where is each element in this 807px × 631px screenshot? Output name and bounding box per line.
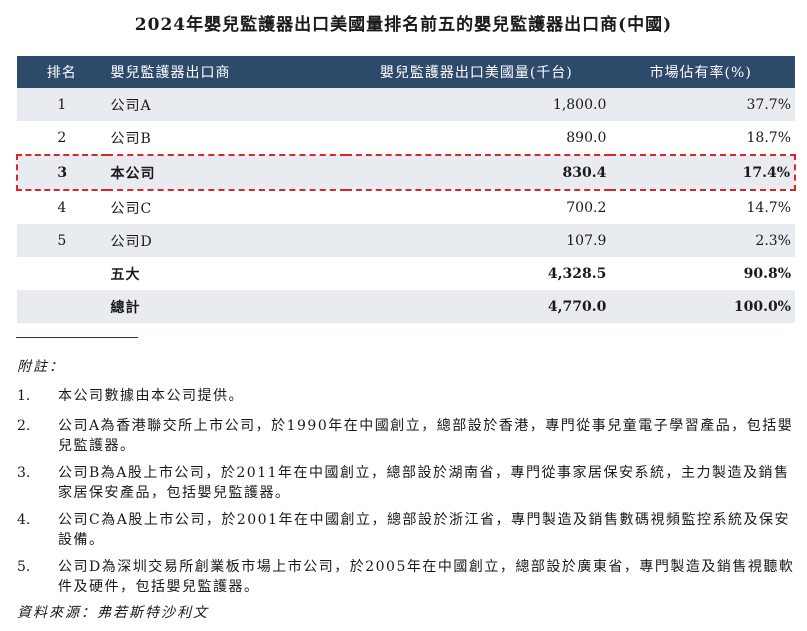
note-item: 5. 公司D為深圳交易所創業板市場上市公司，於2005年在中國創立，總部設於廣東… <box>17 557 797 597</box>
volume-cell: 830.4 <box>346 154 611 191</box>
note-number: 2. <box>17 418 31 434</box>
share-cell: 37.7% <box>610 88 795 121</box>
note-text: 公司D為深圳交易所創業板市場上市公司，於2005年在中國創立，總部設於廣東省，專… <box>58 559 795 595</box>
share-cell: 14.7% <box>746 199 791 216</box>
name-cell: 公司C <box>110 200 153 217</box>
table-row-highlighted: 3 本公司 830.4 17.4% <box>16 154 796 191</box>
rank-cell: 1 <box>17 88 107 121</box>
note-item: 3. 公司B為A股上市公司，於2011年在中國創立，總部設於湖南省，專門從事家居… <box>17 463 797 503</box>
table-row: 2 公司B 890.0 18.7% <box>17 121 795 155</box>
note-text: 本公司數據由本公司提供。 <box>58 388 244 404</box>
share-cell: 100.0% <box>610 290 795 323</box>
name-cell: 公司D <box>106 224 347 257</box>
note-text: 公司A為香港聯交所上市公司，於1990年在中國創立，總部設於香港，專門從事兒童電… <box>58 418 794 454</box>
table-header-row: 排名 嬰兒監護器出口商 嬰兒監護器出口美國量(千台) 市場佔有率(%) <box>17 56 795 88</box>
header-volume: 嬰兒監護器出口美國量(千台) <box>346 56 611 88</box>
table-row: 1 公司A 1,800.0 37.7% <box>17 88 795 121</box>
header-name: 嬰兒監護器出口商 <box>106 56 347 88</box>
note-number: 4. <box>17 512 31 528</box>
rank-cell: 2 <box>57 129 67 146</box>
name-cell: 本公司 <box>106 154 347 191</box>
share-cell: 18.7% <box>746 129 791 146</box>
volume-cell: 1,800.0 <box>346 88 611 121</box>
rank-cell: 4 <box>57 199 67 216</box>
header-share: 市場佔有率(%) <box>610 56 795 88</box>
notes-divider <box>16 337 138 338</box>
header-rank: 排名 <box>17 56 107 88</box>
rank-cell-empty <box>17 257 107 290</box>
table-row: 4 公司C 700.2 14.7% <box>17 190 795 224</box>
share-cell: 90.8% <box>743 265 791 282</box>
rank-cell-empty <box>17 290 107 323</box>
volume-cell: 4,328.5 <box>547 265 607 282</box>
note-text: 公司B為A股上市公司，於2011年在中國創立，總部設於湖南省，專門從事家居保安系… <box>58 465 790 501</box>
table-row: 5 公司D 107.9 2.3% <box>17 224 795 257</box>
top5-row: 五大 4,328.5 90.8% <box>17 257 795 290</box>
share-cell: 17.4% <box>610 154 796 191</box>
name-cell: 公司B <box>110 130 152 147</box>
name-cell: 總計 <box>106 290 347 323</box>
note-item: 4. 公司C為A股上市公司，於2001年在中國創立，總部設於浙江省，專門製造及銷… <box>17 510 797 550</box>
note-item: 2. 公司A為香港聯交所上市公司，於1990年在中國創立，總部設於香港，專門從事… <box>17 416 797 456</box>
note-item: 1. 本公司數據由本公司提供。 <box>17 386 797 406</box>
volume-cell: 700.2 <box>566 199 607 216</box>
note-number: 5. <box>17 559 31 575</box>
table-title: 2024年嬰兒監護器出口美國量排名前五的嬰兒監護器出口商(中國) <box>134 15 673 35</box>
notes-title: 附註： <box>17 359 65 375</box>
name-cell: 五大 <box>110 266 141 283</box>
share-cell: 2.3% <box>610 224 795 257</box>
note-text: 公司C為A股上市公司，於2001年在中國創立，總部設於浙江省，專門製造及銷售數碼… <box>58 512 790 548</box>
total-row: 總計 4,770.0 100.0% <box>17 290 795 323</box>
exporter-ranking-table: 排名 嬰兒監護器出口商 嬰兒監護器出口美國量(千台) 市場佔有率(%) 1 公司… <box>16 56 796 323</box>
rank-cell: 3 <box>16 154 107 191</box>
name-cell: 公司A <box>106 88 347 121</box>
volume-cell: 107.9 <box>346 224 611 257</box>
source-line: 資料來源：弗若斯特沙利文 <box>17 605 209 621</box>
volume-cell: 890.0 <box>566 129 607 146</box>
note-number: 1. <box>17 388 31 404</box>
rank-cell: 5 <box>17 224 107 257</box>
volume-cell: 4,770.0 <box>346 290 611 323</box>
note-number: 3. <box>17 465 31 481</box>
